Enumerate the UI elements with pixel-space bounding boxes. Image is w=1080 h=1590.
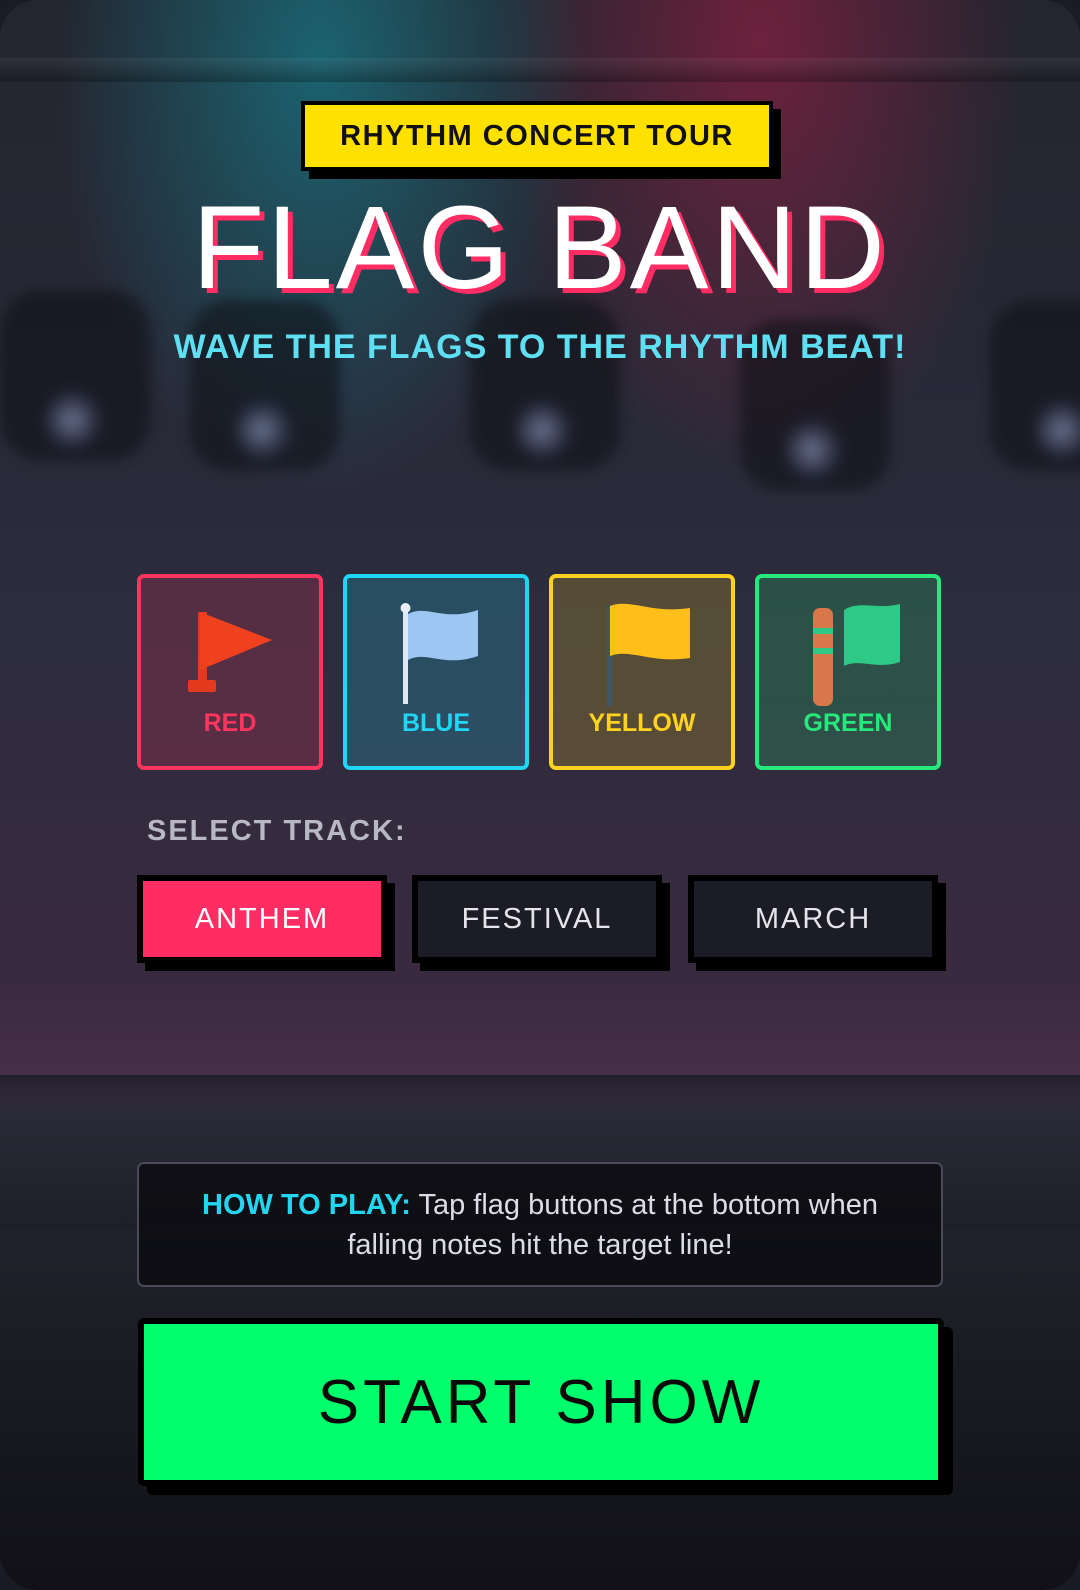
blue-flag-icon (400, 603, 478, 704)
how-to-play-body: Tap flag buttons at the bottom when fall… (347, 1188, 878, 1261)
how-to-play-heading: HOW TO PLAY: (202, 1188, 411, 1221)
game-subtitle: WAVE THE FLAGS TO THE RHYTHM BEAT! (173, 328, 907, 366)
stage-light (990, 300, 1080, 470)
flag-selector: RED BLUE YELLOW GREEN (137, 574, 943, 770)
tour-badge: RHYTHM CONCERT TOUR (301, 101, 773, 171)
flag-button-red[interactable]: RED (137, 574, 323, 770)
stage-light (0, 290, 150, 460)
flag-button-yellow[interactable]: YELLOW (549, 574, 735, 770)
flag-label-yellow: YELLOW (588, 709, 696, 737)
select-track-label: SELECT TRACK: (147, 815, 407, 847)
flag-label-blue: BLUE (401, 709, 471, 737)
stage-light (190, 300, 340, 470)
flag-label-red: RED (203, 709, 257, 737)
game-title: FLAG BAND (192, 182, 888, 314)
how-to-play-text: HOW TO PLAY: Tap flag buttons at the bot… (179, 1185, 901, 1265)
track-button-anthem[interactable]: ANTHEM (137, 875, 387, 963)
green-flag-icon (813, 604, 900, 706)
track-button-march[interactable]: MARCH (688, 875, 938, 963)
stage-truss (0, 58, 1080, 82)
yellow-flag-icon (607, 603, 690, 706)
red-flag-icon (188, 612, 272, 692)
start-show-button[interactable]: START SHOW (138, 1318, 944, 1486)
stage-light (470, 300, 620, 470)
track-button-festival[interactable]: FESTIVAL (412, 875, 662, 963)
flag-button-blue[interactable]: BLUE (343, 574, 529, 770)
stage-edge (0, 1075, 1080, 1115)
game-screen: RHYTHM CONCERT TOUR FLAG BAND WAVE THE F… (0, 0, 1080, 1590)
flag-button-green[interactable]: GREEN (755, 574, 941, 770)
how-to-play-box: HOW TO PLAY: Tap flag buttons at the bot… (137, 1162, 943, 1287)
flag-label-green: GREEN (803, 709, 893, 737)
